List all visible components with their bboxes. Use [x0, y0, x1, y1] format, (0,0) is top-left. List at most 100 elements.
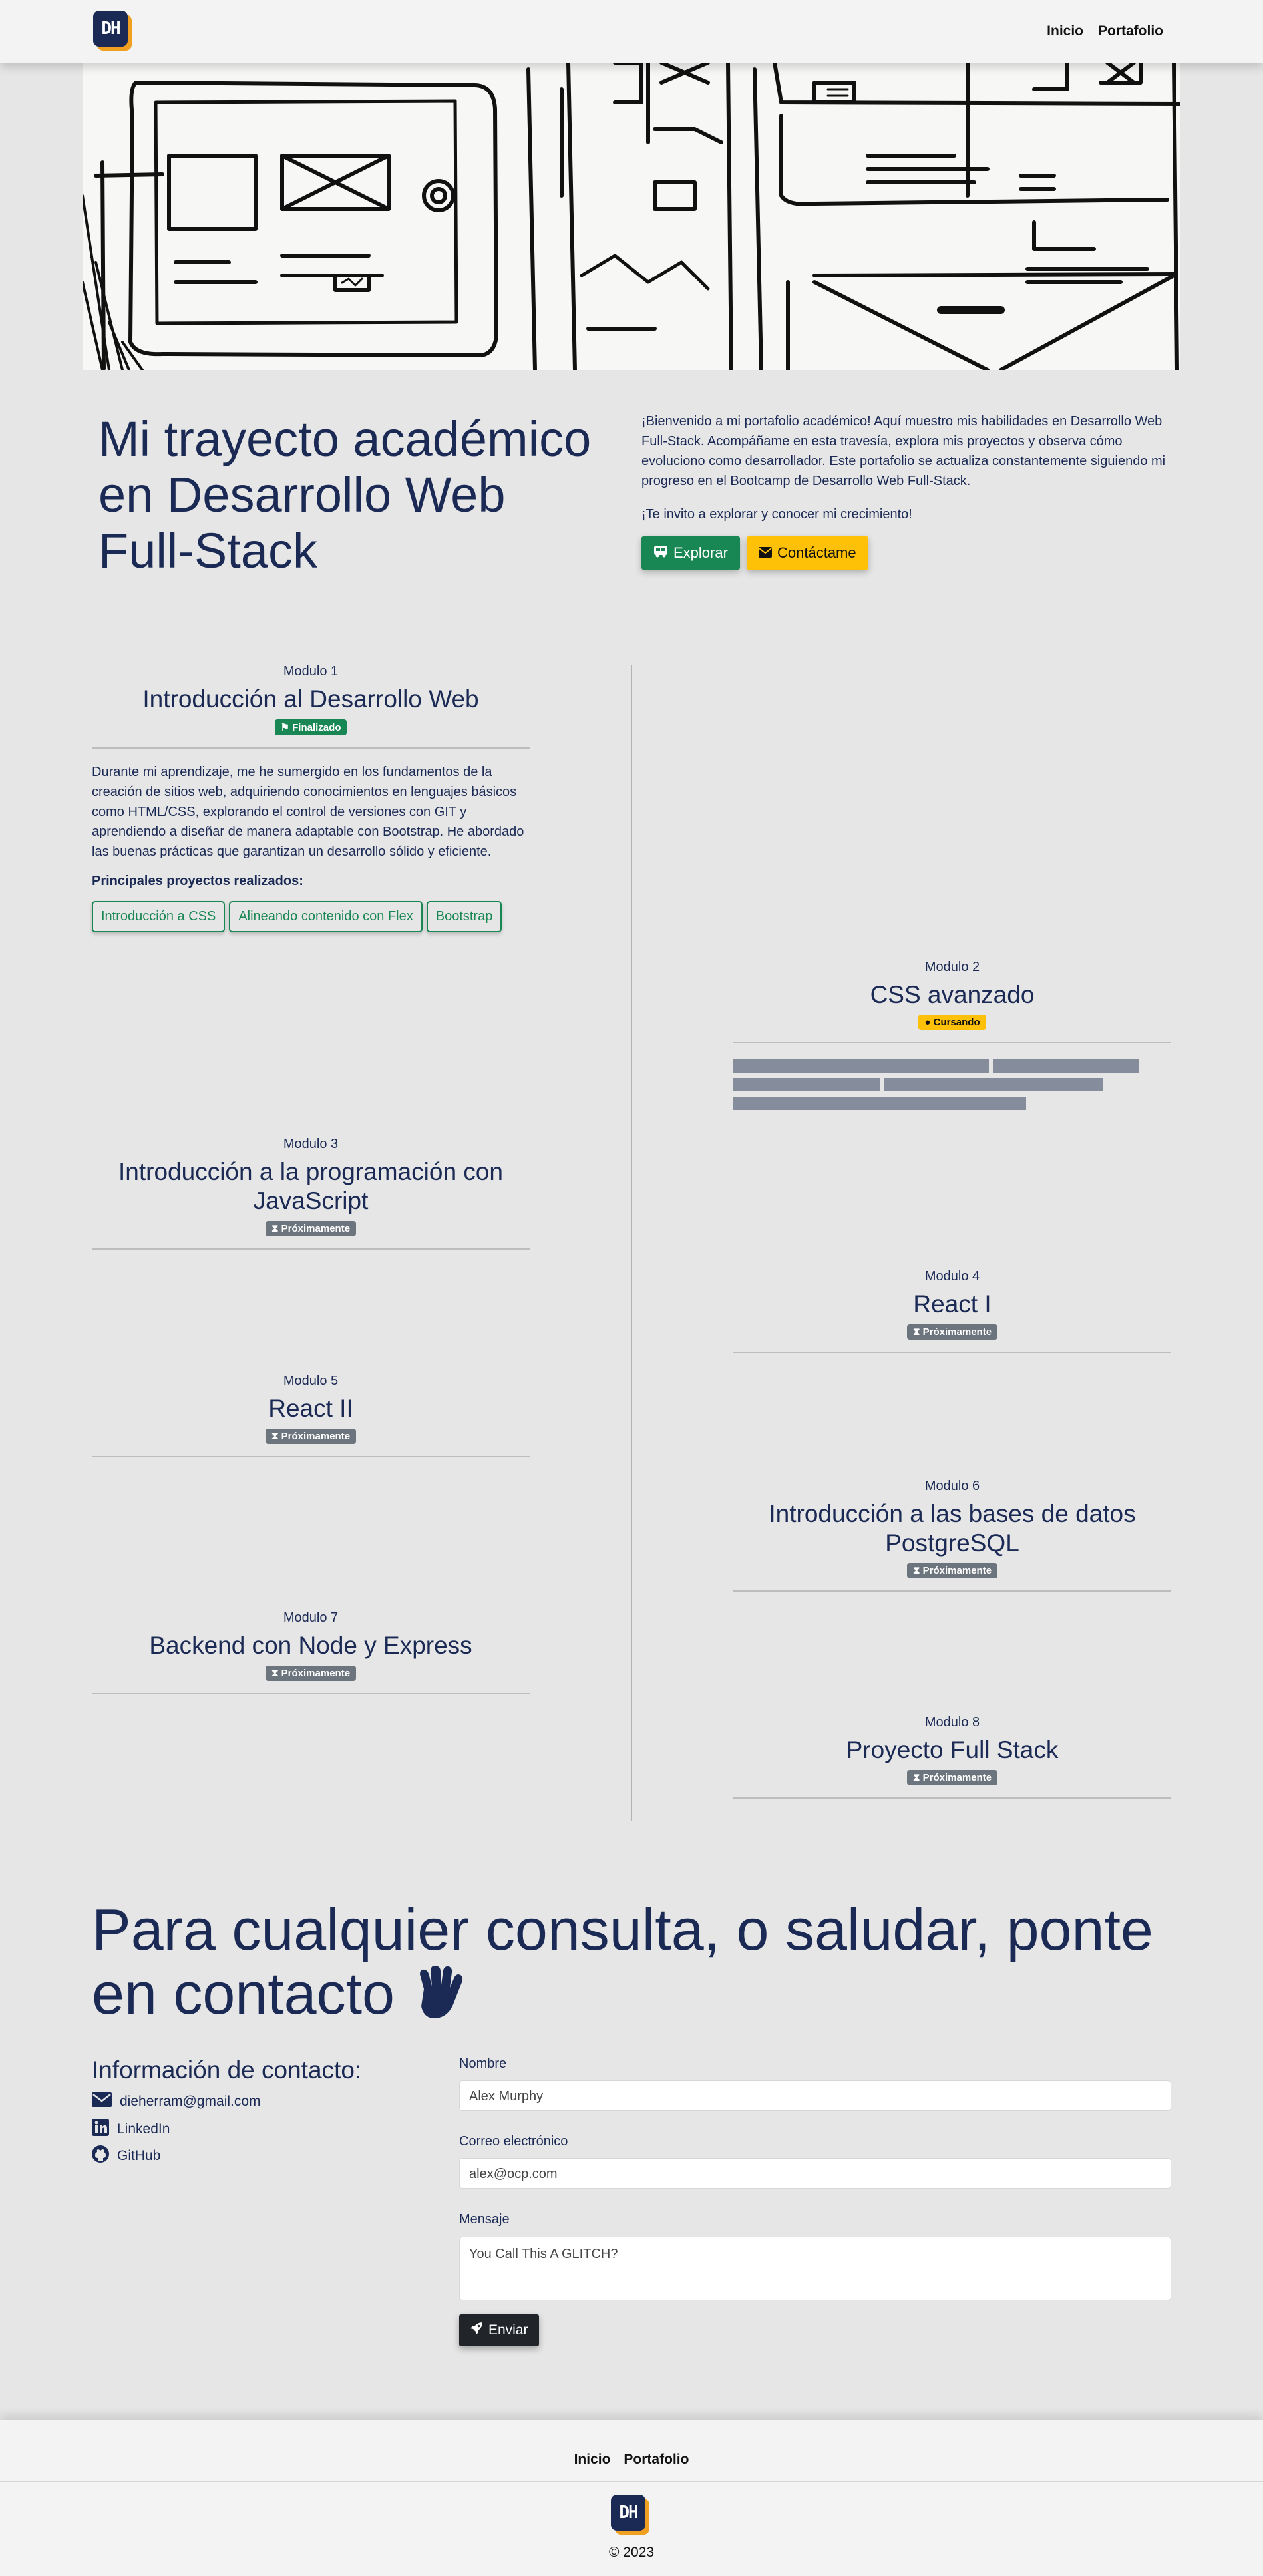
linkedin-icon: [92, 2119, 109, 2140]
timeline-divider: [631, 665, 632, 1821]
projects-list: Introducción a CSS Alineando contenido c…: [92, 901, 530, 932]
footer-link-inicio[interactable]: Inicio: [574, 2452, 611, 2468]
module-divider: [92, 1248, 530, 1250]
envelope-icon: [92, 2092, 112, 2111]
module-number: Modulo 8: [924, 1715, 980, 1730]
module-number: Modulo 6: [924, 1479, 980, 1493]
hourglass-icon: ⧗: [912, 1565, 920, 1576]
rocket-icon: [470, 2322, 483, 2339]
intro-paragraph: ¡Bienvenido a mi portafolio académico! A…: [641, 414, 1166, 488]
contact-linkedin-text: LinkedIn: [117, 2121, 170, 2137]
nav-link-portafolio[interactable]: Portafolio: [1098, 23, 1163, 39]
contact-linkedin[interactable]: LinkedIn: [92, 2119, 170, 2140]
intro-invite: ¡Te invito a explorar y conocer mi creci…: [641, 507, 912, 522]
contact-button-label: Contáctame: [777, 544, 856, 561]
contact-github-text: GitHub: [117, 2148, 161, 2163]
status-badge: ⧗ Próximamente: [265, 1221, 357, 1236]
module-divider: [733, 1590, 1171, 1592]
module-divider: [92, 1693, 530, 1694]
module-title: Introducción a la programación con JavaS…: [118, 1158, 503, 1214]
contact-button[interactable]: Contáctame: [747, 536, 868, 570]
status-badge: ● Cursando: [918, 1015, 986, 1030]
module-description: Durante mi aprendizaje, me he sumergido …: [92, 765, 524, 859]
hero-sketch-image: [83, 63, 1180, 370]
footer-nav: Inicio Portafolio: [0, 2452, 1263, 2468]
project-button[interactable]: Introducción a CSS: [92, 901, 226, 932]
loading-placeholder: [733, 1059, 1171, 1110]
module-title: CSS avanzado: [870, 981, 1035, 1008]
footer-logo-text: DH: [611, 2495, 645, 2531]
explore-button[interactable]: Explorar: [641, 536, 740, 570]
module-number: Modulo 4: [924, 1269, 980, 1284]
waving-hand-icon: [411, 1962, 470, 2034]
module-card-4: Modulo 4 React I ⧗ Próximamente: [733, 1269, 1171, 1353]
name-label: Nombre: [459, 2056, 507, 2071]
explore-button-label: Explorar: [673, 544, 728, 561]
module-divider: [733, 1042, 1171, 1043]
module-divider: [733, 1352, 1171, 1353]
message-textarea[interactable]: You Call This A GLITCH?: [459, 2237, 1171, 2300]
footer-divider: [0, 2481, 1263, 2482]
module-divider: [92, 747, 530, 749]
footer-link-portafolio[interactable]: Portafolio: [624, 2452, 689, 2468]
page-title: Mi trayecto académico en Desarrollo Web …: [98, 411, 592, 578]
project-button[interactable]: Bootstrap: [426, 901, 502, 932]
module-divider: [92, 1456, 530, 1457]
module-card-2: Modulo 2 CSS avanzado ● Cursando: [733, 960, 1171, 1115]
contact-github[interactable]: GitHub: [92, 2145, 160, 2167]
module-card-6: Modulo 6 Introducción a las bases de dat…: [733, 1479, 1171, 1592]
message-label: Mensaje: [459, 2212, 510, 2227]
main-nav: Inicio Portafolio: [1047, 23, 1163, 39]
hourglass-icon: ⧗: [271, 1223, 279, 1234]
email-input[interactable]: alex@ocp.com: [459, 2158, 1171, 2189]
nav-link-inicio[interactable]: Inicio: [1047, 23, 1083, 39]
module-card-5: Modulo 5 React II ⧗ Próximamente: [92, 1374, 530, 1457]
module-number: Modulo 5: [283, 1374, 339, 1388]
logo-text: DH: [93, 11, 128, 47]
status-badge: ⧗ Próximamente: [265, 1666, 357, 1681]
module-title: Introducción a las bases de datos Postgr…: [769, 1500, 1136, 1557]
module-title: React II: [268, 1395, 353, 1422]
logo[interactable]: DH: [93, 11, 132, 51]
module-number: Modulo 1: [283, 664, 339, 679]
module-number: Modulo 7: [283, 1610, 339, 1625]
status-badge: ⧗ Próximamente: [265, 1429, 357, 1444]
bus-icon: [653, 536, 668, 570]
email-label: Correo electrónico: [459, 2134, 568, 2149]
github-icon: [92, 2145, 109, 2167]
contact-info-title: Información de contacto:: [92, 2056, 362, 2084]
module-card-8: Modulo 8 Proyecto Full Stack ⧗ Próximame…: [733, 1715, 1171, 1799]
contact-email-text: dieherram@gmail.com: [120, 2094, 261, 2109]
hourglass-icon: ⧗: [912, 1772, 920, 1783]
status-badge: ⧗ Próximamente: [906, 1770, 998, 1785]
location-pin-icon: ●: [924, 1017, 931, 1028]
module-card-3: Modulo 3 Introducción a la programación …: [92, 1137, 530, 1250]
module-title: Proyecto Full Stack: [846, 1736, 1059, 1763]
send-button[interactable]: Enviar: [459, 2314, 539, 2346]
module-number: Modulo 3: [283, 1137, 339, 1151]
hourglass-icon: ⧗: [912, 1326, 920, 1338]
envelope-icon: [759, 536, 772, 570]
send-button-label: Enviar: [488, 2322, 528, 2338]
project-button[interactable]: Alineando contenido con Flex: [229, 901, 423, 932]
status-badge: ⧗ Próximamente: [906, 1324, 998, 1340]
hourglass-icon: ⧗: [271, 1431, 279, 1442]
status-badge: ⚑ Finalizado: [274, 719, 347, 735]
module-number: Modulo 2: [924, 960, 980, 974]
flag-icon: ⚑: [280, 722, 289, 733]
module-card-7: Modulo 7 Backend con Node y Express ⧗ Pr…: [92, 1610, 530, 1694]
module-divider: [733, 1797, 1171, 1799]
contact-email[interactable]: dieherram@gmail.com: [92, 2092, 261, 2111]
projects-heading: Principales proyectos realizados:: [92, 874, 303, 888]
navbar: DH Inicio Portafolio: [0, 0, 1263, 63]
module-card-1: Modulo 1 Introducción al Desarrollo Web …: [92, 664, 530, 932]
hourglass-icon: ⧗: [271, 1668, 279, 1679]
footer: Inicio Portafolio DH © 2023: [0, 2420, 1263, 2576]
contact-title: Para cualquier consulta, o saludar, pont…: [92, 1898, 1210, 2034]
footer-logo: DH: [611, 2495, 649, 2535]
module-title: React I: [913, 1290, 992, 1318]
module-title: Backend con Node y Express: [149, 1632, 472, 1659]
status-badge: ⧗ Próximamente: [906, 1563, 998, 1578]
module-title: Introducción al Desarrollo Web: [142, 685, 479, 713]
name-input[interactable]: Alex Murphy: [459, 2080, 1171, 2111]
